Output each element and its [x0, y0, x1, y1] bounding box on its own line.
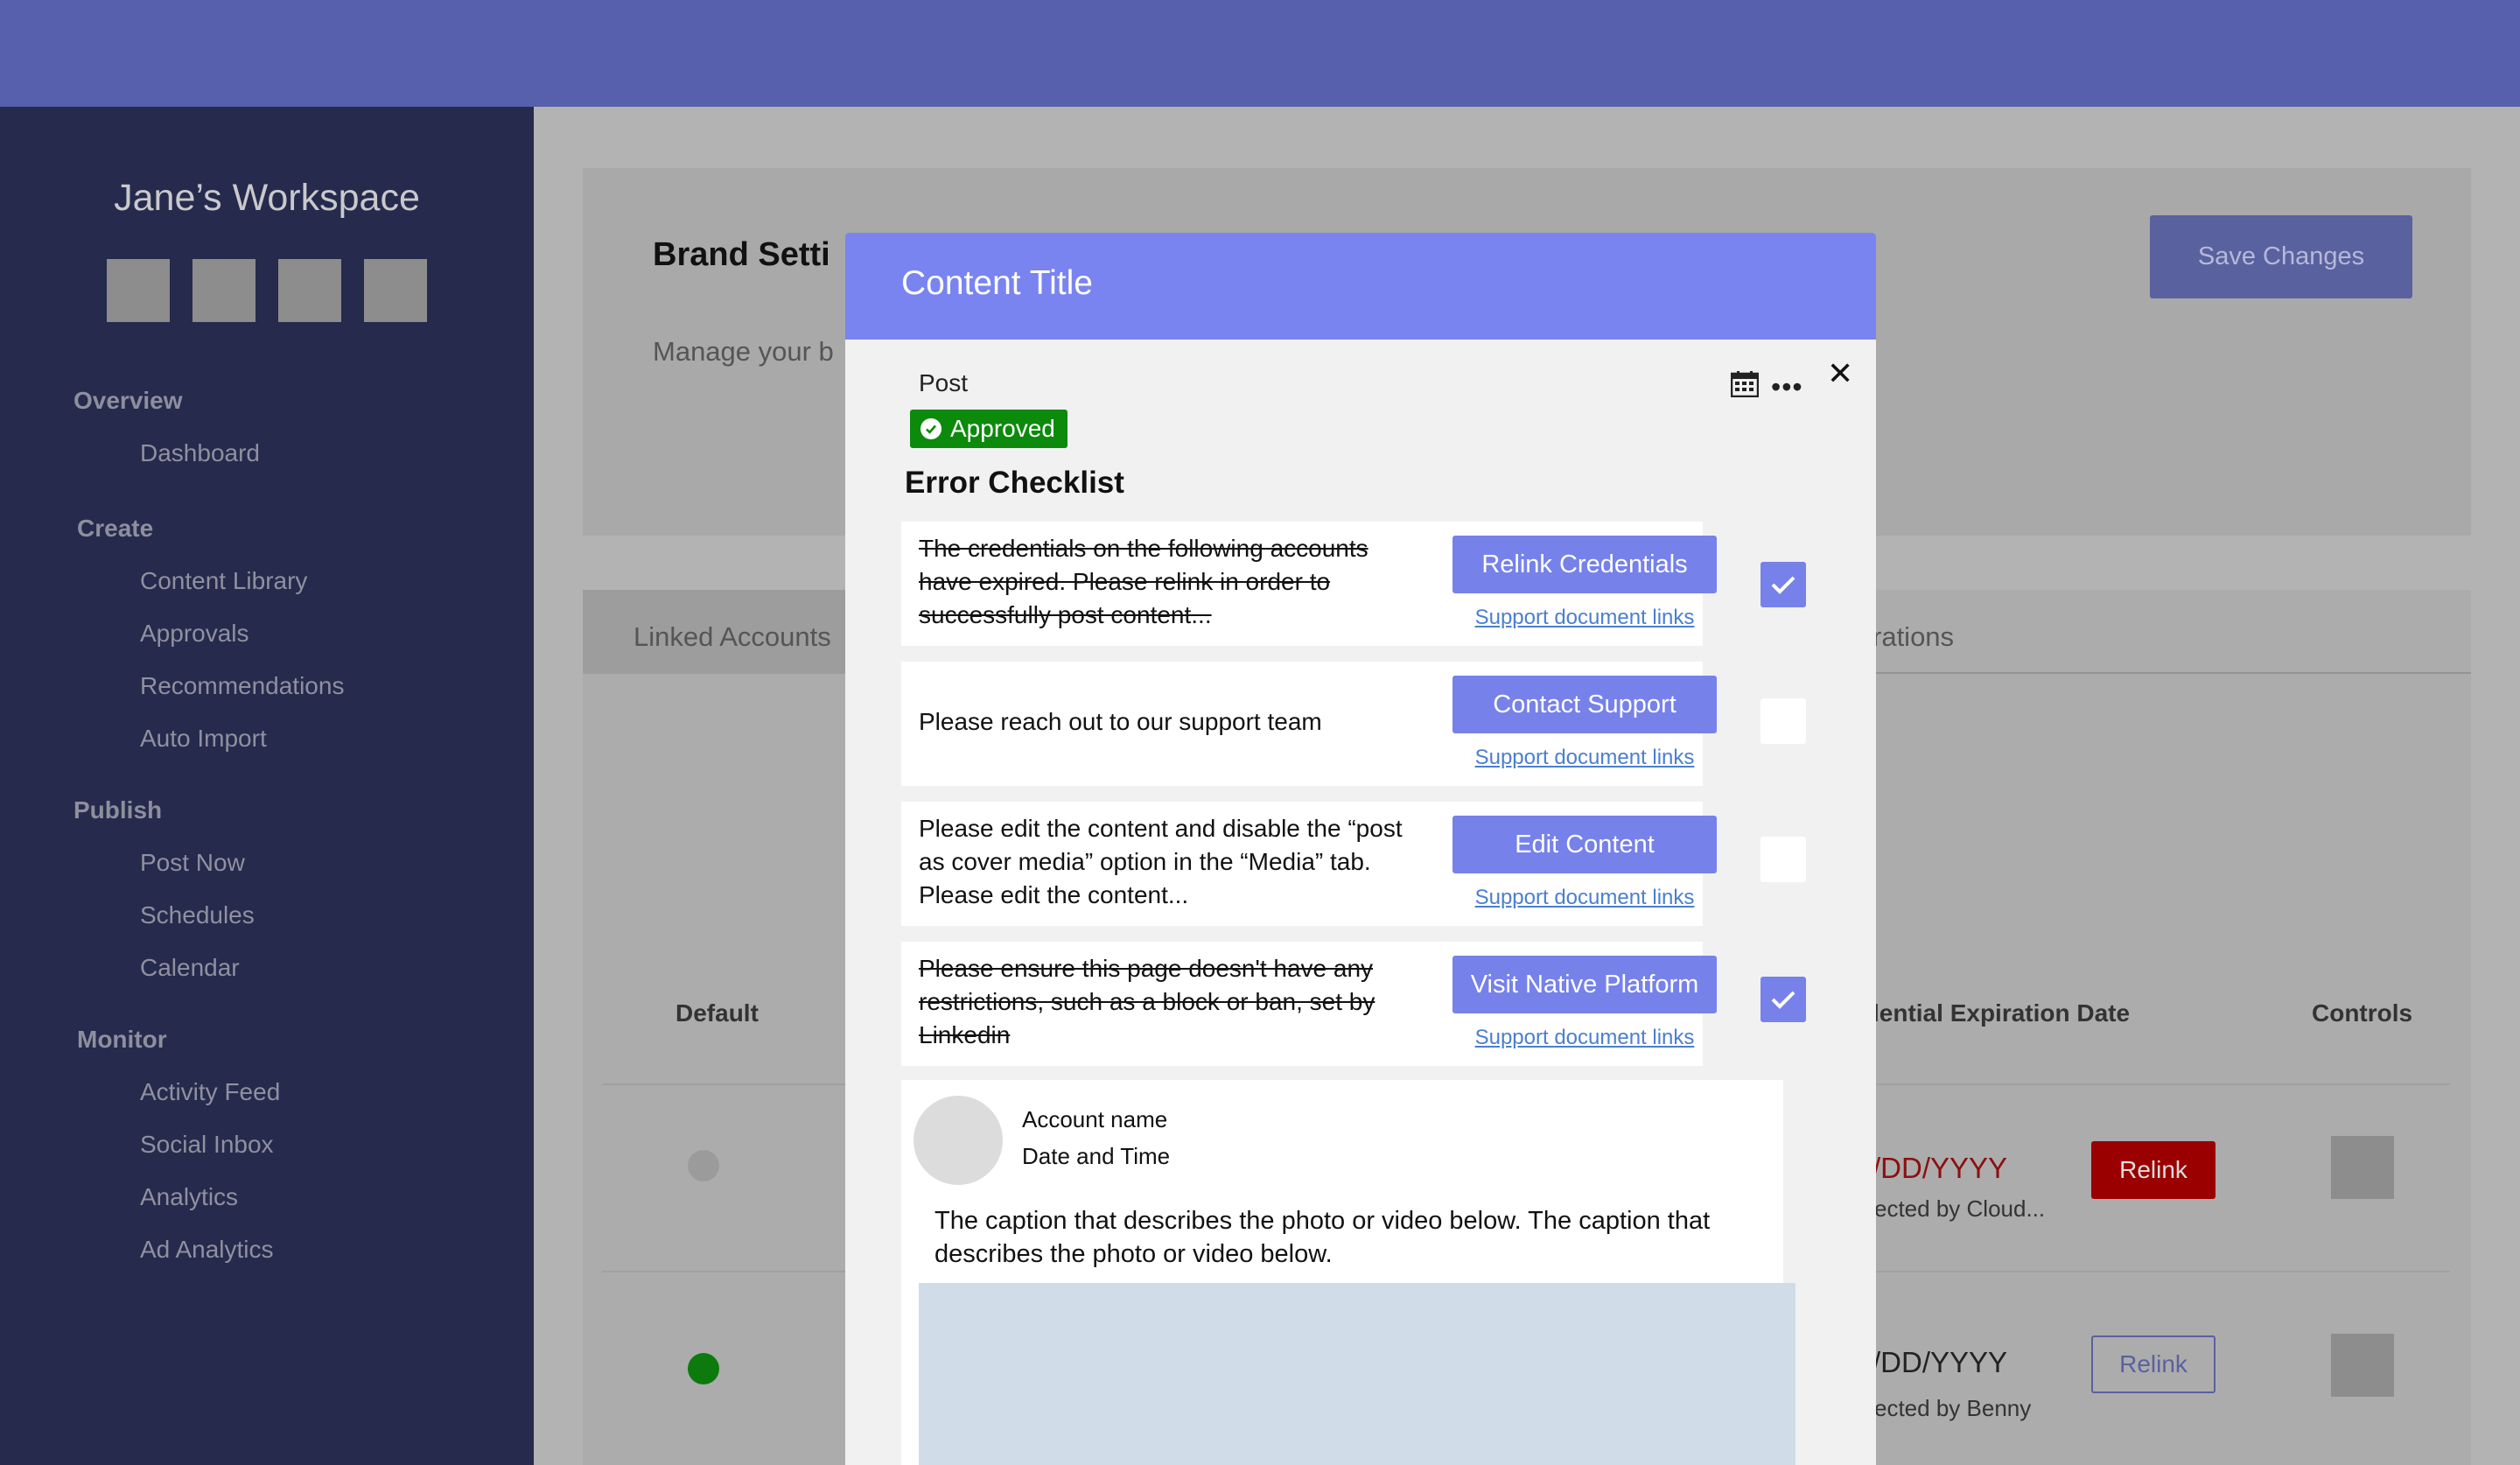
- status-badge: Approved: [910, 410, 1068, 448]
- content-modal: Content Title Post Approved ••• ✕ Error …: [845, 233, 1876, 1465]
- sidebar-item-analytics[interactable]: Analytics: [140, 1183, 238, 1211]
- sidebar-item-schedules[interactable]: Schedules: [140, 901, 255, 929]
- visit-native-platform-button[interactable]: Visit Native Platform: [1452, 956, 1717, 1013]
- support-document-link[interactable]: Support document links: [1452, 606, 1717, 630]
- nav-heading-create: Create: [77, 515, 154, 542]
- tab-integrations[interactable]: rations: [1872, 621, 1954, 653]
- post-caption: The caption that describes the photo or …: [934, 1207, 1711, 1268]
- sidebar-item-ad-analytics[interactable]: Ad Analytics: [140, 1236, 274, 1264]
- tab-divider: [1855, 672, 2471, 674]
- connected-by: ected by Cloud...: [1874, 1195, 2046, 1222]
- close-icon[interactable]: ✕: [1827, 355, 1853, 392]
- tab-linked-accounts[interactable]: Linked Accounts: [634, 621, 831, 653]
- modal-header: Content Title: [845, 233, 1876, 340]
- relink-button[interactable]: Relink: [2091, 1335, 2216, 1393]
- sidebar-item-calendar[interactable]: Calendar: [140, 954, 240, 982]
- workspace-title: Jane’s Workspace: [114, 177, 420, 219]
- error-checklist-title: Error Checklist: [905, 466, 1124, 500]
- error-item: Please ensure this page doesn't have any…: [901, 942, 1717, 1066]
- support-document-link[interactable]: Support document links: [1452, 886, 1717, 910]
- column-header-expiration: lential Expiration Date: [1872, 999, 2131, 1027]
- relink-credentials-button[interactable]: Relink Credentials: [1452, 536, 1717, 593]
- check-circle-icon: [920, 418, 942, 439]
- error-message: Please ensure this page doesn't have any…: [919, 955, 1376, 1048]
- default-radio[interactable]: [688, 1353, 719, 1384]
- more-options-icon[interactable]: •••: [1771, 373, 1803, 401]
- status-label: Approved: [950, 415, 1055, 442]
- error-checkbox[interactable]: [1760, 977, 1806, 1022]
- nav-heading-publish: Publish: [74, 796, 163, 824]
- workspace-shortcut-2[interactable]: [192, 259, 256, 322]
- post-date-time: Date and Time: [1022, 1143, 1171, 1169]
- workspace-shortcut-1[interactable]: [107, 259, 170, 322]
- error-checkbox[interactable]: [1760, 698, 1806, 744]
- error-item: The credentials on the following account…: [901, 522, 1717, 646]
- edit-content-button[interactable]: Edit Content: [1452, 816, 1717, 873]
- top-bar: [0, 0, 2520, 107]
- sidebar-item-activity-feed[interactable]: Activity Feed: [140, 1078, 280, 1106]
- media-placeholder: [919, 1283, 1796, 1465]
- page-title: Brand Setti: [653, 236, 830, 273]
- sidebar-item-dashboard[interactable]: Dashboard: [140, 439, 260, 467]
- error-item: Please reach out to our support team Con…: [901, 662, 1717, 786]
- workspace-shortcut-3[interactable]: [278, 259, 341, 322]
- error-checkbox[interactable]: [1760, 837, 1806, 882]
- sidebar-item-social-inbox[interactable]: Social Inbox: [140, 1131, 274, 1159]
- error-item: Please edit the content and disable the …: [901, 802, 1717, 926]
- error-message: Please edit the content and disable the …: [919, 815, 1403, 908]
- connected-by: ected by Benny: [1874, 1395, 2032, 1421]
- contact-support-button[interactable]: Contact Support: [1452, 676, 1717, 733]
- sidebar-item-content-library[interactable]: Content Library: [140, 567, 307, 595]
- avatar: [914, 1096, 1003, 1185]
- error-message: Please reach out to our support team: [919, 708, 1322, 735]
- sidebar-item-post-now[interactable]: Post Now: [140, 849, 245, 877]
- account-name: Account name: [1022, 1106, 1168, 1132]
- nav-heading-monitor: Monitor: [77, 1026, 167, 1053]
- calendar-icon[interactable]: [1730, 371, 1760, 398]
- page-subtitle: Manage your b: [653, 336, 834, 367]
- error-message: The credentials on the following account…: [919, 535, 1368, 628]
- expiration-date: /DD/YYYY: [1872, 1346, 2008, 1378]
- post-type-label: Post: [919, 369, 969, 396]
- column-header-controls: Controls: [2312, 999, 2413, 1027]
- post-preview: Account name Date and Time The caption t…: [901, 1080, 1796, 1465]
- sidebar-item-recommendations[interactable]: Recommendations: [140, 672, 344, 700]
- relink-button[interactable]: Relink: [2091, 1141, 2216, 1199]
- support-document-link[interactable]: Support document links: [1452, 746, 1717, 770]
- workspace-shortcut-4[interactable]: [364, 259, 427, 322]
- sidebar-item-auto-import[interactable]: Auto Import: [140, 725, 267, 753]
- workspace-shortcuts: [107, 259, 427, 322]
- row-control[interactable]: [2331, 1334, 2394, 1397]
- expiration-date: /DD/YYYY: [1872, 1152, 2008, 1184]
- default-radio[interactable]: [688, 1150, 719, 1181]
- nav-heading-overview: Overview: [74, 387, 183, 414]
- row-control[interactable]: [2331, 1136, 2394, 1199]
- column-header-default: Default: [676, 999, 759, 1027]
- sidebar: Jane’s Workspace Overview Dashboard Crea…: [0, 107, 534, 1465]
- error-checkbox[interactable]: [1760, 562, 1806, 607]
- support-document-link[interactable]: Support document links: [1452, 1026, 1717, 1050]
- modal-title: Content Title: [901, 264, 1093, 302]
- save-changes-button[interactable]: Save Changes: [2150, 215, 2412, 298]
- sidebar-item-approvals[interactable]: Approvals: [140, 620, 249, 648]
